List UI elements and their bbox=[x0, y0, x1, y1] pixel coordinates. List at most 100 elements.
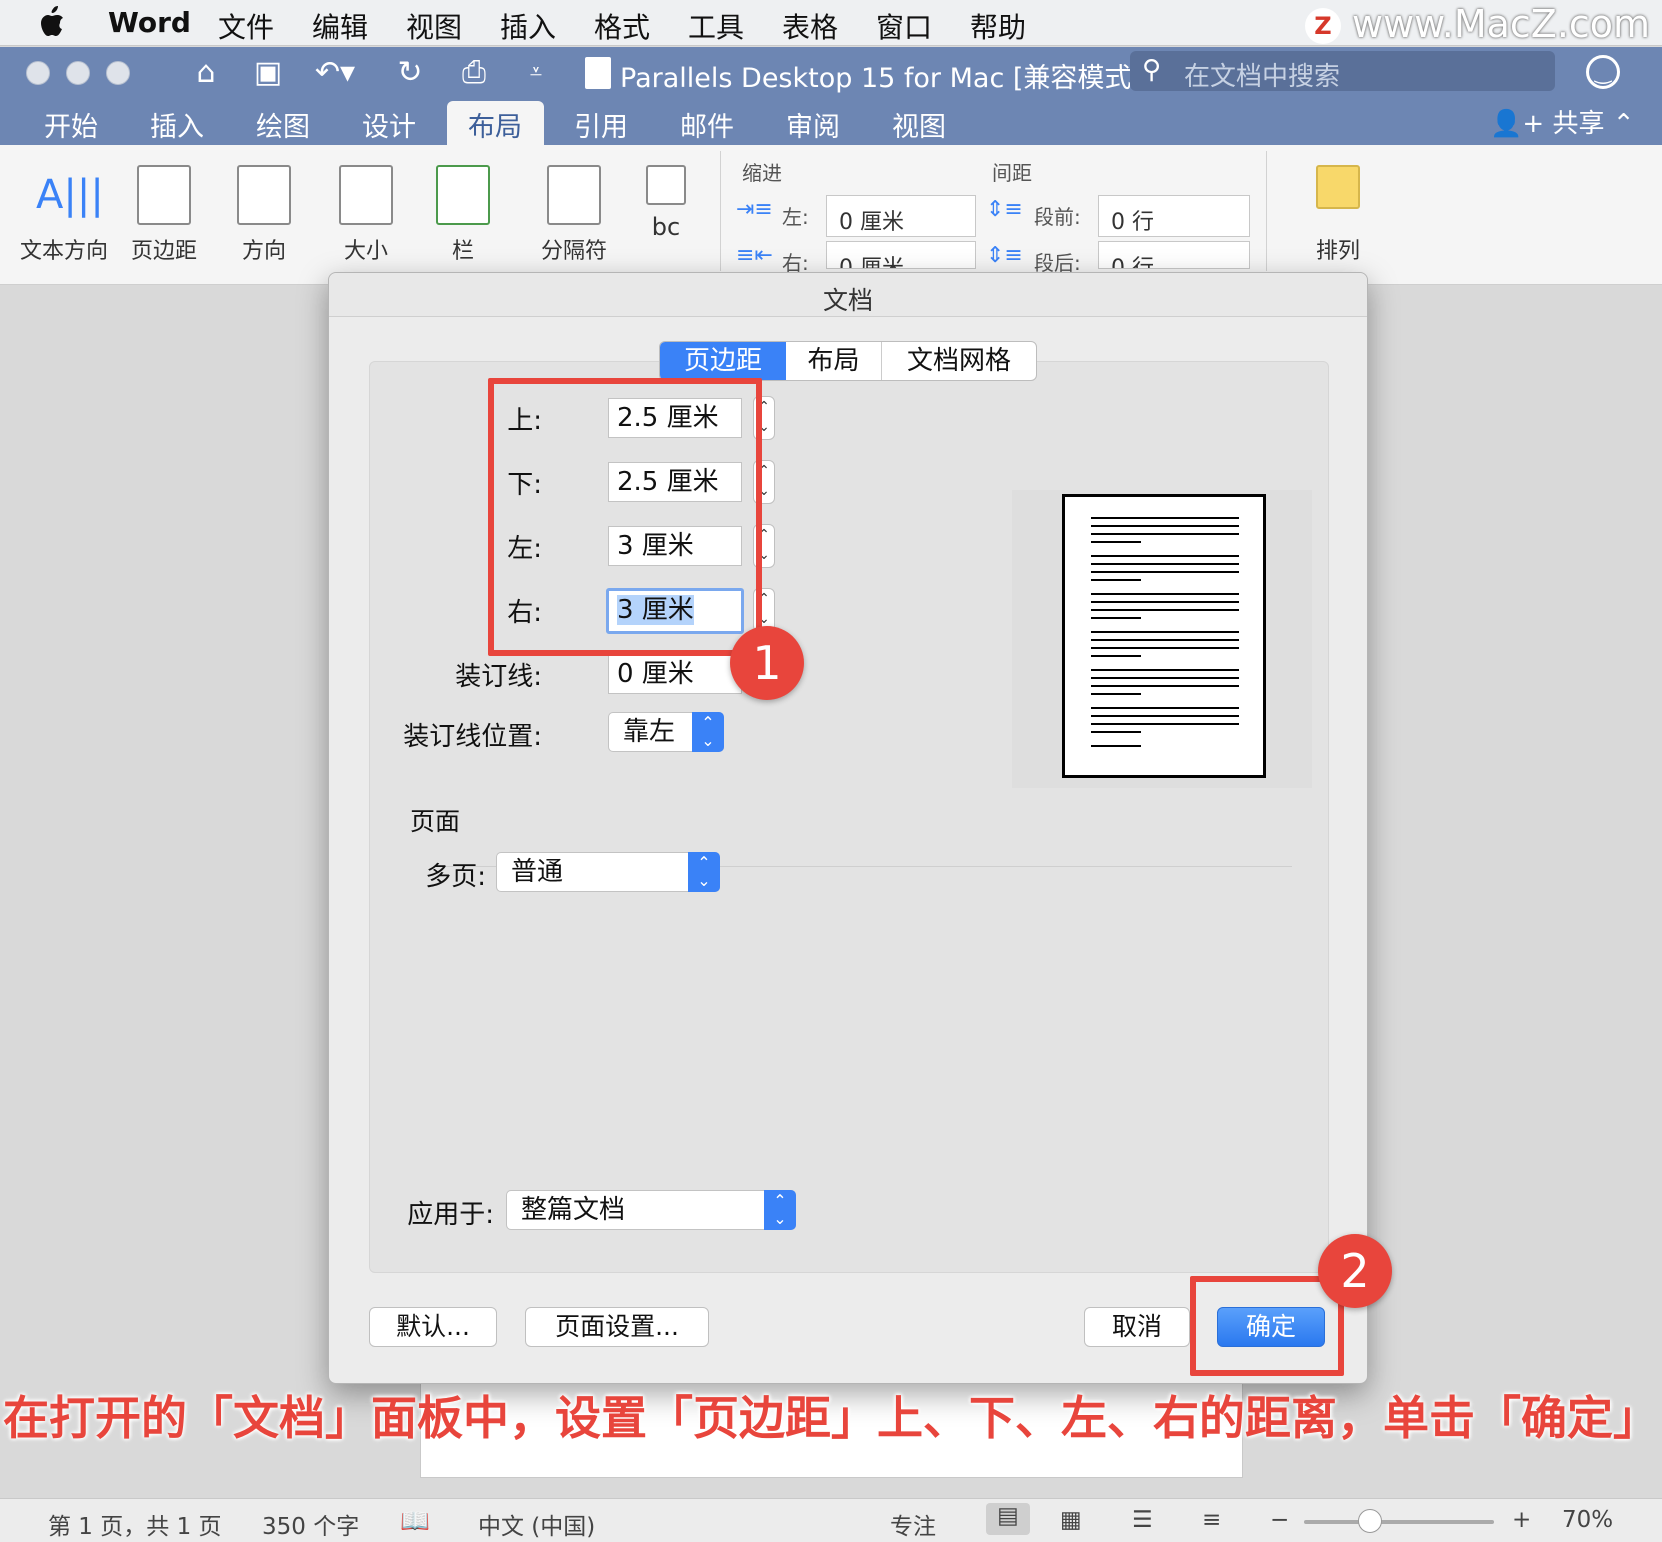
gutter-position-value: 靠左 bbox=[623, 717, 676, 747]
tab-design[interactable]: 设计 bbox=[362, 105, 416, 144]
undo-icon[interactable]: ↶▾ bbox=[310, 55, 360, 91]
print-layout-icon[interactable]: ▤ bbox=[986, 1503, 1030, 1535]
focus-mode[interactable]: 专注 bbox=[890, 1507, 936, 1541]
columns-label: 栏 bbox=[451, 239, 474, 264]
home-icon[interactable]: ⌂ bbox=[186, 55, 226, 91]
pages-section-title: 页面 bbox=[410, 807, 461, 836]
preview-text-line bbox=[1091, 617, 1141, 619]
orientation-button[interactable]: 方向 bbox=[224, 165, 304, 265]
preview-text-line bbox=[1091, 731, 1141, 733]
instruction-caption: 在打开的「文档」面板中，设置「页边距」上、下、左、右的距离，单击「确定」 bbox=[3, 1391, 1659, 1445]
close-window-button[interactable] bbox=[26, 61, 50, 85]
dialog-tabs: 页边距 布局 文档网格 bbox=[659, 341, 1037, 381]
tab-document-grid[interactable]: 文档网格 bbox=[882, 342, 1036, 380]
tab-insert[interactable]: 插入 bbox=[150, 105, 204, 144]
tab-layout-dialog[interactable]: 布局 bbox=[786, 342, 882, 380]
chevron-updown-icon: ⌃ ⌄ bbox=[688, 852, 720, 892]
line-numbers-icon bbox=[646, 165, 686, 205]
share-button[interactable]: 👤+ 共享 ⌃ bbox=[1490, 103, 1635, 140]
apply-to-select[interactable]: 整篇文档 ⌃ ⌄ bbox=[506, 1190, 796, 1230]
print-icon[interactable]: ⎙ bbox=[452, 55, 496, 91]
watermark-logo: Z bbox=[1305, 8, 1341, 44]
minimize-window-button[interactable] bbox=[66, 61, 90, 85]
menu-tools[interactable]: 工具 bbox=[688, 6, 744, 46]
tab-layout[interactable]: 布局 bbox=[468, 105, 522, 144]
page-preview bbox=[1012, 490, 1312, 788]
hyphenation-label[interactable]: bc bbox=[636, 213, 696, 241]
page-count[interactable]: 第 1 页，共 1 页 bbox=[48, 1507, 222, 1541]
columns-button[interactable]: 栏 bbox=[430, 165, 496, 265]
menu-window[interactable]: 窗口 bbox=[876, 6, 932, 46]
proofing-icon[interactable]: 📖 bbox=[400, 1507, 430, 1535]
breaks-icon bbox=[547, 165, 601, 225]
size-button[interactable]: 大小 bbox=[326, 165, 406, 265]
preview-text-line bbox=[1091, 609, 1239, 611]
cancel-button[interactable]: 取消 bbox=[1084, 1307, 1190, 1347]
space-after-icon: ⇕≡ bbox=[986, 243, 1023, 268]
tab-home[interactable]: 开始 bbox=[44, 105, 98, 144]
tab-margins[interactable]: 页边距 bbox=[660, 342, 786, 380]
document-title: Parallels Desktop 15 for Mac [兼容模式] bbox=[620, 63, 1142, 94]
gutter-field[interactable]: 0 厘米 bbox=[608, 654, 742, 694]
web-layout-icon[interactable]: ▦ bbox=[1060, 1507, 1082, 1533]
zoom-window-button[interactable] bbox=[106, 61, 130, 85]
line-numbers-button[interactable]: bc bbox=[636, 165, 696, 241]
apply-to-label: 应用于: bbox=[407, 1200, 494, 1230]
tab-mailings[interactable]: 邮件 bbox=[680, 105, 734, 144]
menu-file[interactable]: 文件 bbox=[218, 6, 274, 46]
search-box[interactable]: ⚲ 在文档中搜索 bbox=[1130, 51, 1555, 92]
gutter-position-select[interactable]: 靠左 ⌃ ⌄ bbox=[608, 712, 724, 752]
multiple-pages-select[interactable]: 普通 ⌃ ⌄ bbox=[496, 852, 720, 892]
indent-right-field[interactable]: 0 厘米 bbox=[826, 241, 976, 269]
redo-icon[interactable]: ↻ bbox=[390, 55, 430, 91]
menu-table[interactable]: 表格 bbox=[782, 6, 838, 46]
preview-text-line bbox=[1091, 631, 1239, 633]
zoom-level[interactable]: 70% bbox=[1562, 1507, 1613, 1533]
zoom-out-icon[interactable]: − bbox=[1270, 1507, 1289, 1533]
menu-edit[interactable]: 编辑 bbox=[312, 6, 368, 46]
breaks-button[interactable]: 分隔符 bbox=[534, 165, 614, 265]
zoom-in-icon[interactable]: + bbox=[1512, 1507, 1531, 1533]
tab-references[interactable]: 引用 bbox=[574, 105, 628, 144]
spacing-header: 间距 bbox=[992, 161, 1032, 185]
draft-view-icon[interactable]: ≡ bbox=[1202, 1507, 1221, 1533]
margins-button[interactable]: 页边距 bbox=[124, 165, 204, 265]
page-setup-button[interactable]: 页面设置... bbox=[525, 1307, 709, 1347]
preview-text-line bbox=[1091, 639, 1239, 641]
space-before-field[interactable]: 0 行 bbox=[1098, 195, 1250, 237]
space-before-label: 段前: bbox=[1034, 205, 1081, 229]
columns-icon bbox=[436, 165, 490, 225]
outline-view-icon[interactable]: ☰ bbox=[1132, 1507, 1153, 1533]
space-after-field[interactable]: 0 行 bbox=[1098, 241, 1250, 269]
preview-text-line bbox=[1091, 579, 1141, 581]
tab-draw[interactable]: 绘图 bbox=[256, 105, 310, 144]
arrange-button[interactable]: 排列 bbox=[1298, 165, 1378, 265]
menu-app-name[interactable]: Word bbox=[108, 6, 191, 39]
tab-review[interactable]: 审阅 bbox=[786, 105, 840, 144]
tab-view[interactable]: 视图 bbox=[892, 105, 946, 144]
menu-view[interactable]: 视图 bbox=[406, 6, 462, 46]
word-count[interactable]: 350 个字 bbox=[262, 1507, 359, 1541]
menu-insert[interactable]: 插入 bbox=[500, 6, 556, 46]
margins-highlight-box bbox=[488, 378, 762, 656]
save-icon[interactable]: ▣ bbox=[248, 55, 288, 91]
feedback-smiley-icon[interactable]: ‿ bbox=[1586, 55, 1620, 89]
default-button[interactable]: 默认... bbox=[369, 1307, 497, 1347]
preview-text-line bbox=[1091, 555, 1239, 557]
menu-format[interactable]: 格式 bbox=[594, 6, 650, 46]
text-direction-button[interactable]: A||| 文本方向 bbox=[20, 165, 108, 265]
zoom-slider-handle[interactable] bbox=[1358, 1509, 1382, 1533]
indent-right-icon: ≡⇤ bbox=[736, 243, 773, 268]
menu-help[interactable]: 帮助 bbox=[970, 6, 1026, 46]
apple-icon[interactable] bbox=[38, 4, 68, 40]
indent-left-field[interactable]: 0 厘米 bbox=[826, 195, 976, 237]
customize-toolbar-icon[interactable]: ⩡ bbox=[520, 55, 552, 91]
space-before-icon: ⇕≡ bbox=[986, 197, 1023, 222]
chevron-updown-icon: ⌃ ⌄ bbox=[764, 1190, 796, 1230]
preview-text-line bbox=[1091, 685, 1239, 687]
zoom-slider[interactable] bbox=[1304, 1520, 1494, 1524]
preview-text-line bbox=[1091, 517, 1239, 519]
collapse-ribbon-icon[interactable]: ⌃ bbox=[1604, 109, 1635, 139]
preview-text-line bbox=[1091, 677, 1239, 679]
language[interactable]: 中文 (中国) bbox=[478, 1507, 595, 1541]
